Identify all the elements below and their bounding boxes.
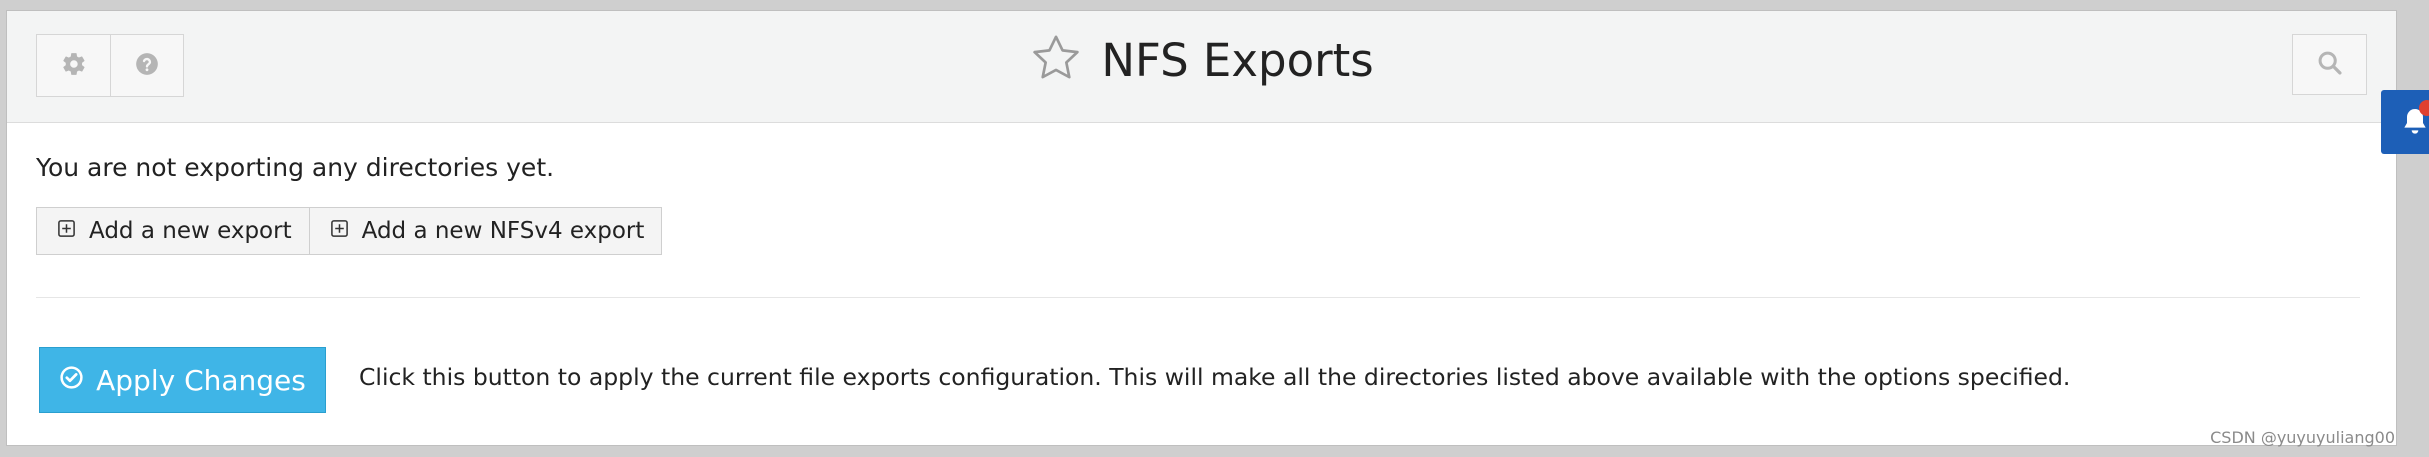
check-circle-icon — [59, 364, 84, 397]
title-area: NFS Exports — [7, 31, 2396, 89]
apply-changes-description: Click this button to apply the current f… — [359, 363, 2071, 391]
plus-square-icon — [57, 218, 76, 244]
apply-changes-label: Apply Changes — [96, 363, 306, 397]
search-icon — [2316, 49, 2344, 81]
add-nfsv4-export-label: Add a new NFSv4 export — [361, 218, 645, 244]
page-header: NFS Exports — [7, 11, 2396, 123]
star-icon[interactable] — [1029, 31, 1083, 89]
apply-changes-button[interactable]: Apply Changes — [39, 347, 326, 413]
add-export-label: Add a new export — [89, 218, 292, 244]
plus-square-icon — [330, 218, 349, 244]
page-title: NFS Exports — [1101, 33, 1374, 87]
add-nfsv4-export-button[interactable]: Add a new NFSv4 export — [308, 208, 662, 254]
watermark: CSDN @yuyuyuliang00 — [2210, 428, 2395, 447]
empty-exports-message: You are not exporting any directories ye… — [36, 153, 555, 182]
search-button[interactable] — [2292, 34, 2367, 95]
add-export-button[interactable]: Add a new export — [37, 208, 309, 254]
notifications-tab[interactable] — [2381, 90, 2429, 154]
notification-badge — [2419, 100, 2429, 116]
page-frame: NFS Exports You are not exporting any di… — [6, 10, 2397, 446]
section-divider — [36, 297, 2360, 298]
add-export-button-group: Add a new export Add a new NFSv4 export — [36, 207, 663, 255]
